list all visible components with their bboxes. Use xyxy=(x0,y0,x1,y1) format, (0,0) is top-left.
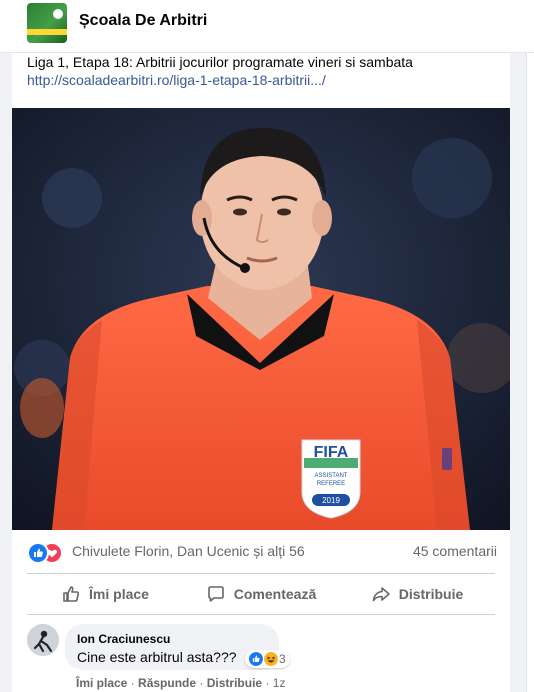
like-icon xyxy=(63,586,80,602)
post-link[interactable]: http://scoaladearbitri.ro/liga-1-etapa-1… xyxy=(27,71,507,89)
comment-icon xyxy=(207,586,224,602)
like-reaction-icon xyxy=(27,542,49,564)
badge-logo-text: FIFA xyxy=(314,444,349,461)
separator: · xyxy=(199,676,204,690)
badge-line2-text: REFEREE xyxy=(317,481,345,487)
divider-bottom xyxy=(27,614,495,615)
badge-line1-text: ASSISTANT xyxy=(315,473,348,479)
badge-year-text: 2019 xyxy=(322,496,340,505)
scrollbar-track[interactable] xyxy=(526,0,534,692)
comment-item: Ion Craciunescu Cine este arbitrul asta?… xyxy=(27,624,497,690)
divider-top xyxy=(27,573,495,574)
commenter-name[interactable]: Ion Craciunescu xyxy=(77,632,170,646)
comment-like-link[interactable]: Îmi place xyxy=(76,676,127,690)
comment-reaction-count: 3 xyxy=(279,652,286,666)
comment-label: Comentează xyxy=(233,586,317,602)
share-button[interactable]: Distribuie xyxy=(339,575,495,613)
reactions-summary[interactable]: Chivulete Florin, Dan Ucenic și alți 56 xyxy=(72,543,305,559)
separator: · xyxy=(130,676,135,690)
avatar-figure-icon xyxy=(27,624,59,656)
reactions-row[interactable]: Chivulete Florin, Dan Ucenic și alți 56 … xyxy=(27,540,497,564)
comments-count[interactable]: 45 comentarii xyxy=(413,543,497,559)
like-button[interactable]: Îmi place xyxy=(27,575,183,613)
commenter-avatar[interactable] xyxy=(27,624,59,656)
comment-reply-link[interactable]: Răspunde xyxy=(138,676,196,690)
logo-stripe xyxy=(27,29,67,35)
like-icon xyxy=(249,652,263,666)
comment-time[interactable]: 1z xyxy=(273,676,286,690)
page-name[interactable]: Școala De Arbitri xyxy=(79,12,207,30)
logo-ball xyxy=(53,9,63,19)
share-icon xyxy=(372,587,390,602)
post-actions: Îmi place Comentează Distribuie xyxy=(27,575,495,613)
post-caption: Liga 1, Etapa 18: Arbitrii jocurilor pro… xyxy=(27,54,413,70)
comment-share-link[interactable]: Distribuie xyxy=(207,676,262,690)
comment-reactions[interactable]: 3 xyxy=(245,650,290,668)
haha-icon xyxy=(264,652,278,666)
share-label: Distribuie xyxy=(398,586,464,602)
post-text: Liga 1, Etapa 18: Arbitrii jocurilor pro… xyxy=(27,53,507,89)
referee-photo-illustration: FIFA ASSISTANT REFEREE 2019 xyxy=(12,108,510,530)
post-header: Școala De Arbitri xyxy=(0,0,534,53)
comment-button[interactable]: Comentează xyxy=(183,575,339,613)
comment-text: Cine este arbitrul asta??? xyxy=(77,649,237,665)
thumbs-up-glyph xyxy=(34,548,43,557)
comment-actions: Îmi place · Răspunde · Distribuie · 1z xyxy=(76,676,285,690)
separator: · xyxy=(265,676,270,690)
post-photo[interactable]: FIFA ASSISTANT REFEREE 2019 xyxy=(12,108,510,530)
page-logo[interactable] xyxy=(27,3,67,43)
like-label: Îmi place xyxy=(89,586,149,602)
